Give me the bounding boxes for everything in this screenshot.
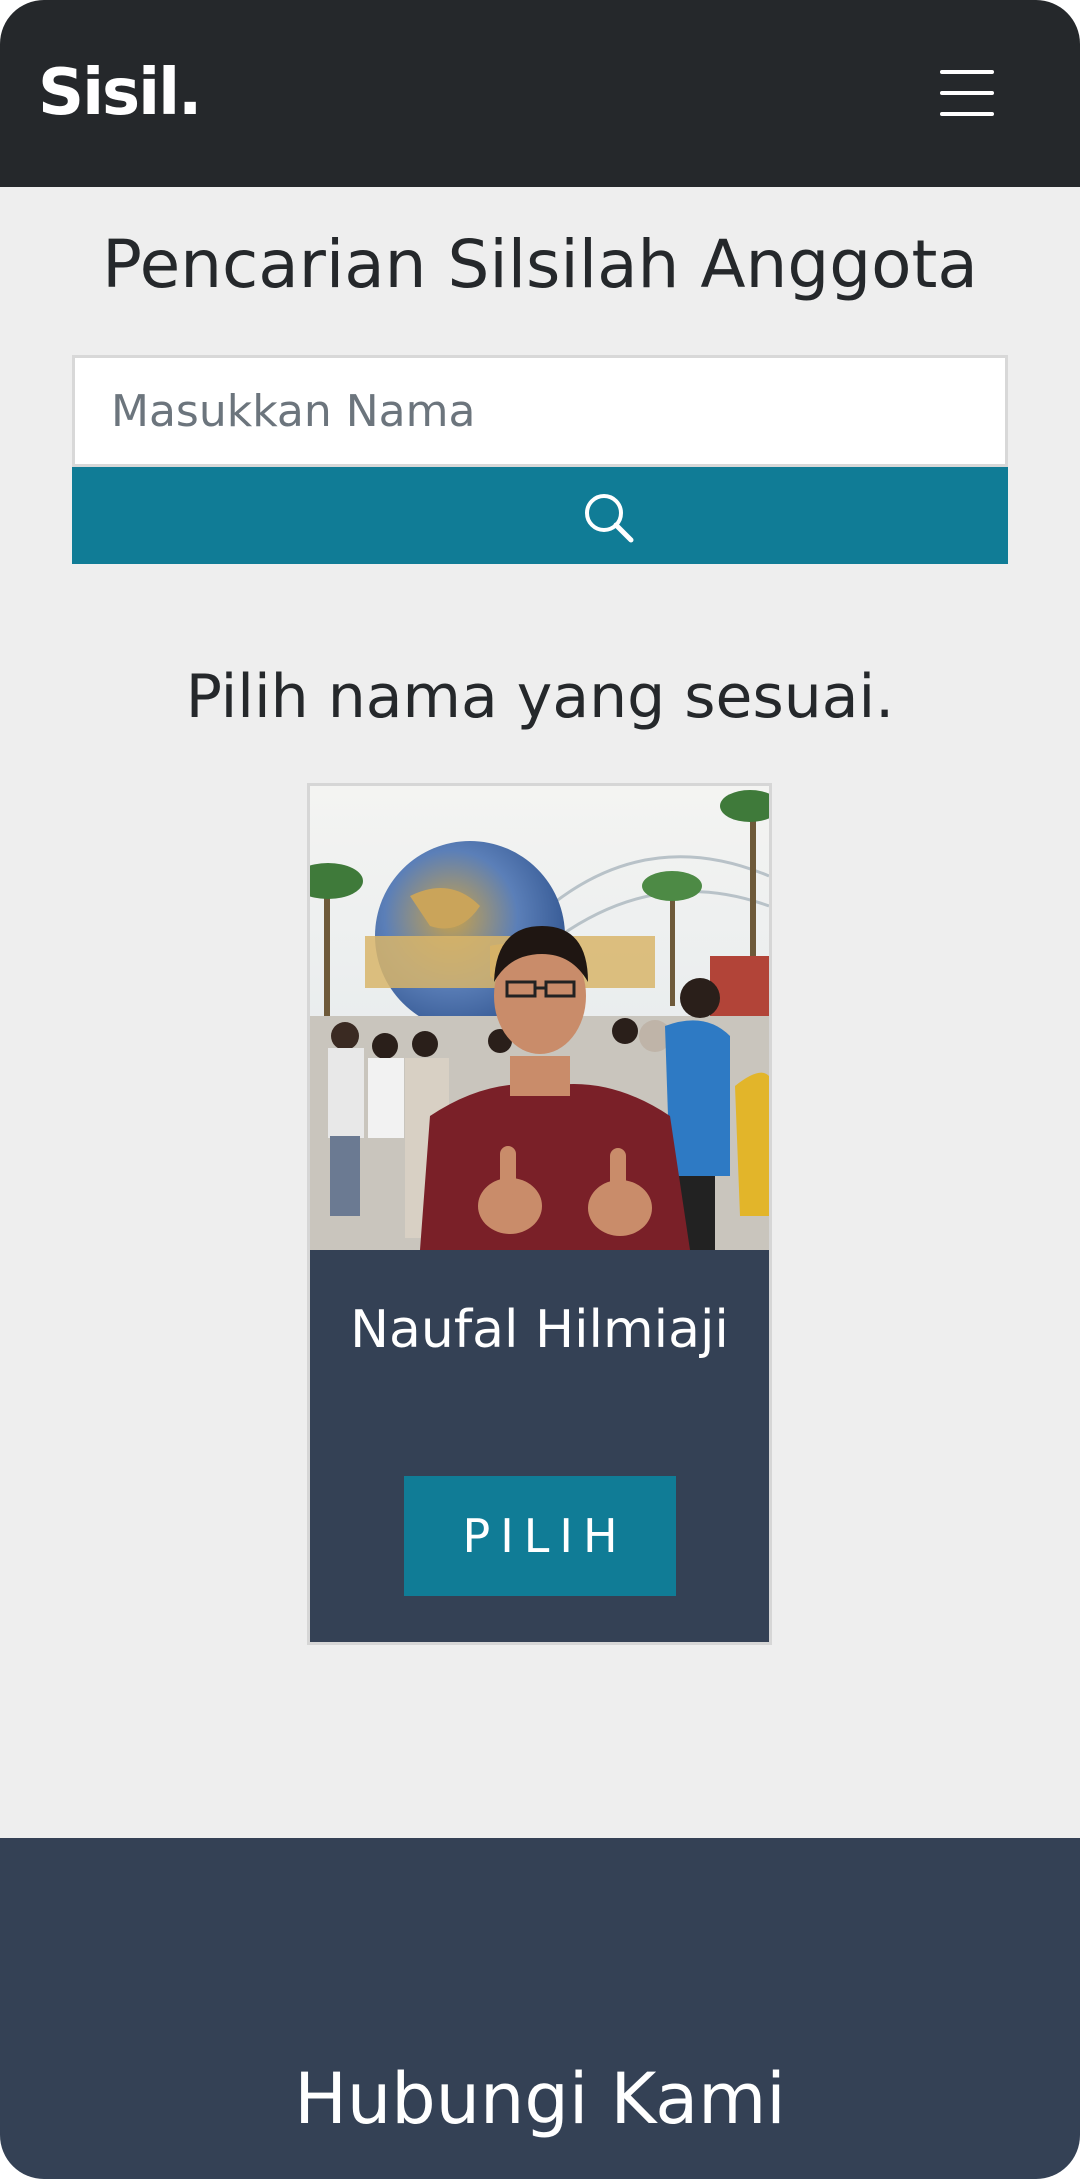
member-photo: [310, 786, 769, 1250]
footer-title: Hubungi Kami: [294, 2058, 786, 2140]
brand-logo[interactable]: Sisil.: [38, 50, 202, 136]
page-title: Pencarian Silsilah Anggota: [102, 226, 978, 303]
results-subtitle: Pilih nama yang sesuai.: [185, 662, 895, 732]
footer: Hubungi Kami: [0, 1838, 1080, 2179]
search-button[interactable]: [72, 467, 1008, 564]
pilih-button[interactable]: PILIH: [404, 1476, 676, 1596]
app-screen: Sisil. Pencarian Silsilah Anggota Pilih …: [0, 0, 1080, 2179]
search-input[interactable]: [72, 355, 1008, 467]
member-name: Naufal Hilmiaji: [350, 1300, 729, 1360]
navbar: Sisil.: [0, 0, 1080, 187]
search-icon: [585, 494, 634, 543]
member-card: Naufal Hilmiaji PILIH: [307, 783, 772, 1645]
hamburger-menu-icon[interactable]: [940, 70, 994, 116]
